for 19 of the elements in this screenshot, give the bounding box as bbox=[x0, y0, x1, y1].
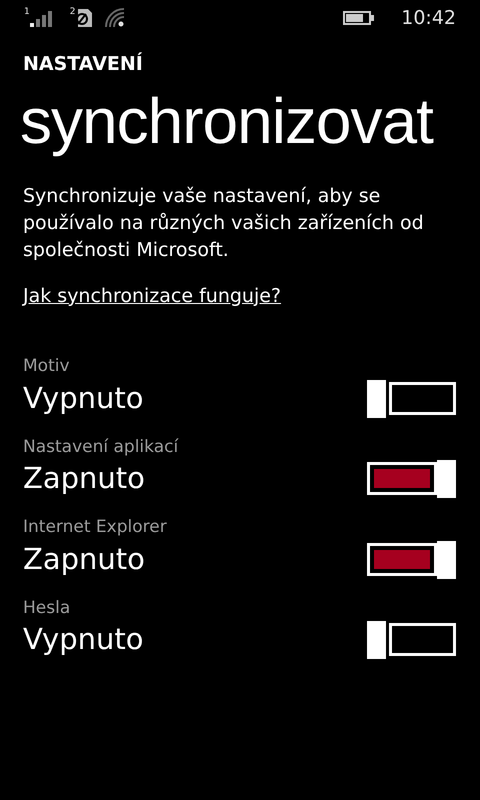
clock: 10:42 bbox=[401, 6, 456, 31]
toggle-switch[interactable] bbox=[367, 380, 456, 418]
help-link[interactable]: Jak synchronizace funguje? bbox=[23, 284, 282, 306]
setting-state: Vypnuto bbox=[23, 382, 144, 414]
page-header: NASTAVENÍ bbox=[23, 51, 144, 77]
setting-label: Hesla bbox=[23, 596, 72, 620]
setting-state: Zapnuto bbox=[23, 544, 145, 576]
sim-number: 2 bbox=[70, 8, 76, 17]
battery-icon bbox=[343, 11, 376, 25]
sim-number: 1 bbox=[24, 8, 30, 17]
toggle-switch[interactable] bbox=[367, 621, 456, 659]
toggle-switch[interactable] bbox=[367, 540, 456, 578]
setting-label: Internet Explorer bbox=[23, 516, 168, 539]
setting-label: Motiv bbox=[23, 355, 71, 378]
toggle-switch[interactable] bbox=[367, 460, 456, 498]
setting-state: Vypnuto bbox=[23, 624, 144, 656]
setting-state: Zapnuto bbox=[23, 463, 145, 495]
description: Synchronizuje vaše nastavení, aby se používalo na různých vašich zařízeních od společnosti Microsoft. bbox=[23, 184, 425, 262]
setting-label: Nastavení aplikací bbox=[23, 436, 180, 458]
